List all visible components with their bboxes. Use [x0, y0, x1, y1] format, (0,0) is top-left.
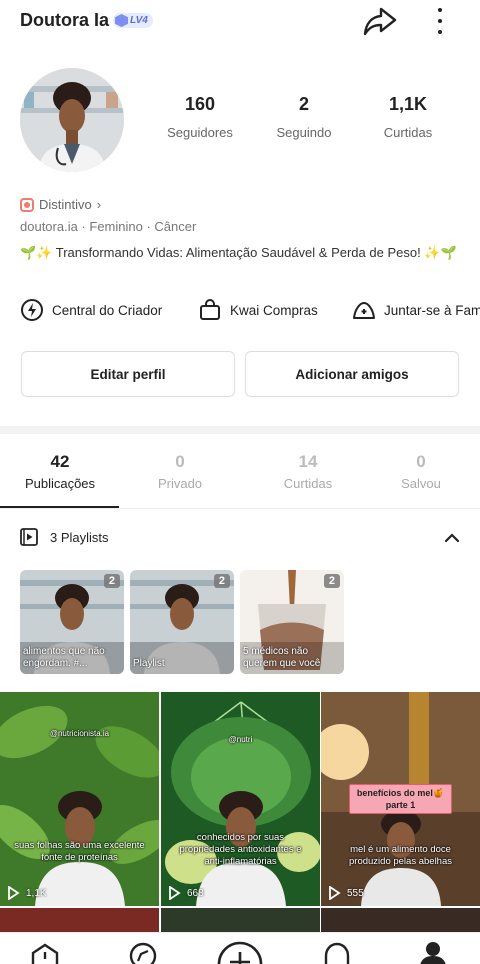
badge-icon: [20, 197, 34, 212]
post-caption: suas folhas são uma excelente fonte de p…: [14, 840, 145, 863]
tab-likes-count: 14: [298, 452, 318, 471]
post-view-count: 668: [187, 887, 204, 899]
play-icon: [8, 886, 20, 900]
avatar[interactable]: [20, 68, 124, 172]
chevron-right-icon: ›: [96, 197, 102, 212]
followers-count: 160: [184, 94, 216, 114]
post-title-card: benefícios do mel🍯 parte 1: [349, 784, 452, 814]
following-stat[interactable]: 2 Seguindo: [259, 94, 349, 140]
followers-label: Seguidores: [167, 125, 233, 140]
post-image: [0, 692, 159, 906]
section-divider: [0, 426, 480, 434]
post-thumbnail[interactable]: [161, 908, 320, 934]
post-watermark: @nutri: [228, 735, 253, 744]
tab-posts-count: 42: [50, 452, 70, 471]
chevron-up-icon[interactable]: [442, 528, 462, 548]
post-caption: conhecidos por suas propriedades antioxi…: [179, 832, 302, 867]
lightning-circle-icon: [21, 299, 43, 321]
play-icon: [169, 886, 181, 900]
likes-count: 1,1K: [388, 94, 428, 114]
following-count: 2: [298, 94, 309, 114]
post-thumbnail[interactable]: benefícios do mel🍯 parte 1 mel é um alim…: [321, 692, 480, 906]
join-family-button[interactable]: Juntar-se à Fam: [352, 298, 480, 322]
post-views: 1,1K: [6, 886, 47, 900]
tab-private[interactable]: 0 Privado: [120, 452, 240, 491]
playlist-caption: 5 médicos não querem que você: [243, 646, 321, 669]
tab-saved-label: Salvou: [401, 476, 441, 491]
distintivo-link[interactable]: Distintivo ›: [20, 197, 101, 212]
post-views: 668: [167, 886, 204, 900]
bottom-navigation: [0, 932, 480, 964]
playlist-count: 2: [323, 574, 340, 588]
tab-likes[interactable]: 14 Curtidas: [248, 452, 368, 491]
post-thumbnail[interactable]: [321, 908, 480, 934]
playlist-caption: alimentos que não engordam. #...: [23, 646, 105, 669]
family-icon: [353, 302, 375, 319]
level-label: LV4: [130, 15, 148, 26]
creator-center-label: Central do Criador: [52, 302, 163, 318]
playlist-card[interactable]: 2 5 médicos não querem que você: [240, 570, 344, 674]
playlist-icon: [20, 528, 38, 546]
join-family-label: Juntar-se à Fam: [384, 302, 480, 318]
distintivo-label: Distintivo: [39, 197, 92, 212]
kwai-shop-button[interactable]: Kwai Compras: [198, 298, 318, 322]
likes-stat[interactable]: 1,1K Curtidas: [363, 94, 453, 140]
post-thumbnail[interactable]: @nutricionista.ia suas folhas são uma ex…: [0, 692, 159, 906]
tab-posts-label: Publicações: [24, 476, 96, 491]
post-thumbnail[interactable]: [0, 908, 159, 934]
post-view-count: 1,1K: [26, 887, 47, 899]
kwai-shop-label: Kwai Compras: [230, 302, 318, 318]
tab-posts[interactable]: 42 Publicações: [0, 452, 120, 491]
more-options-icon[interactable]: [430, 6, 450, 36]
post-caption: mel é um alimento doce produzido pelas a…: [349, 844, 452, 867]
post-watermark: @nutricionista.ia: [49, 729, 110, 738]
post-view-count: 555: [347, 887, 364, 899]
profile-name: Doutora Ia: [20, 10, 110, 30]
playlist-card[interactable]: 2 alimentos que não engordam. #...: [20, 570, 124, 674]
play-icon: [329, 886, 341, 900]
playlist-card[interactable]: 2 Playlist: [130, 570, 234, 674]
create-post-icon[interactable]: [216, 940, 264, 964]
notifications-icon[interactable]: [322, 942, 352, 964]
playlist-caption: Playlist: [133, 658, 165, 669]
tab-private-count: 0: [175, 452, 185, 471]
edit-profile-button[interactable]: Editar perfil: [21, 351, 235, 397]
level-hex-icon: [115, 14, 129, 27]
post-views: 555: [327, 886, 364, 900]
shopping-bag-icon: [200, 299, 220, 320]
followers-stat[interactable]: 160 Seguidores: [155, 94, 245, 140]
playlists-header[interactable]: 3 Playlists: [20, 528, 109, 546]
creator-center-button[interactable]: Central do Criador: [20, 298, 162, 322]
likes-label: Curtidas: [383, 125, 433, 140]
discover-icon[interactable]: [128, 942, 158, 964]
profile-bio: 🌱✨ Transformando Vidas: Alimentação Saud…: [20, 245, 457, 260]
home-icon[interactable]: [30, 943, 60, 964]
share-icon[interactable]: [362, 4, 398, 38]
playlist-count: 2: [213, 574, 230, 588]
profile-icon[interactable]: [420, 941, 446, 964]
following-label: Seguindo: [276, 125, 332, 140]
level-badge[interactable]: LV4: [113, 13, 153, 28]
tab-private-label: Privado: [157, 476, 203, 491]
playlist-count: 2: [103, 574, 120, 588]
profile-header-title: Doutora Ia LV4: [20, 10, 153, 31]
add-friends-button[interactable]: Adicionar amigos: [245, 351, 459, 397]
profile-meta: doutora.ia · Feminino · Câncer: [20, 219, 197, 234]
tab-saved-count: 0: [416, 452, 426, 471]
tab-likes-label: Curtidas: [283, 476, 333, 491]
post-image: [161, 692, 320, 906]
tab-saved[interactable]: 0 Salvou: [361, 452, 480, 491]
playlists-title: 3 Playlists: [50, 529, 109, 545]
tab-divider: [0, 508, 480, 509]
avatar-image: [20, 68, 124, 172]
post-thumbnail[interactable]: @nutri conhecidos por suas propriedades …: [161, 692, 320, 906]
